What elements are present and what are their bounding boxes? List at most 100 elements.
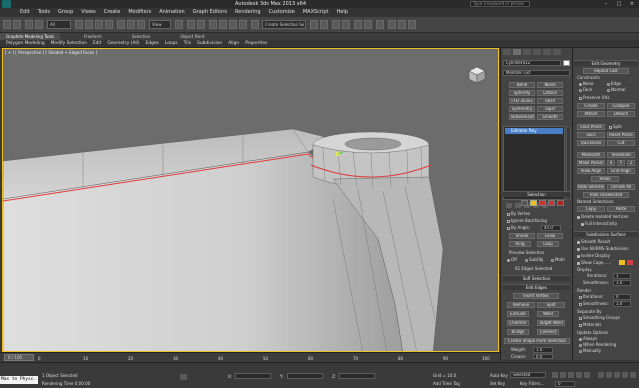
selection-filter-dropdown[interactable]: All [47,20,71,29]
border-mode-icon[interactable] [539,200,546,206]
perspective-viewport[interactable]: [ + ] [ Perspective ] [ Shaded + Edged F… [2,48,499,352]
render-setup-icon[interactable] [388,20,396,29]
full-interactivity-checkbox[interactable]: Full Interactivity [581,221,617,226]
pivot-icon[interactable] [175,20,183,29]
target-weld-button[interactable]: Target Weld [537,320,565,326]
pin-stack-icon[interactable] [506,203,512,208]
motion-tab-icon[interactable] [533,49,541,55]
update-when-rendering-radio[interactable]: When Rendering [579,342,616,347]
x-coord-field[interactable] [235,373,271,379]
move-icon[interactable] [117,20,125,29]
named-selection-dropdown[interactable]: Create Selection Se [262,20,306,29]
modifier-list-dropdown[interactable]: Modifier List [503,70,570,76]
current-frame-field[interactable]: 0 [555,381,575,387]
orbit-icon[interactable] [622,372,628,378]
chamfer-button[interactable]: Chamfer [507,320,529,326]
menu-create[interactable]: Create [100,8,125,17]
layer-manager-icon[interactable] [332,20,340,29]
grow-button[interactable]: Grow [537,233,563,239]
by-vertex-checkbox[interactable]: By Vertex [507,211,530,216]
unlink-icon[interactable] [35,20,43,29]
constraint-none-radio[interactable]: None [579,81,593,86]
detach-button[interactable]: Detach [607,111,635,117]
zoom-icon[interactable] [598,372,604,378]
preview-subobj-radio[interactable]: SubObj [525,257,543,262]
play-icon[interactable] [568,372,574,378]
create-tab-icon[interactable] [503,49,511,55]
modify-tab-icon[interactable] [513,49,521,55]
next-frame-icon[interactable] [576,372,582,378]
object-name-field[interactable]: Cylinder012 [503,60,561,66]
display-iterations-spinner[interactable]: 1 [613,273,631,279]
turbosmooth-button[interactable]: TurboSmooth [509,114,535,120]
split-checkbox[interactable]: Split [609,124,622,129]
stack-scrollbar[interactable] [566,126,571,200]
curve-editor-icon[interactable] [354,20,362,29]
attach-button[interactable]: Attach [577,111,605,117]
search-input[interactable]: Type a keyword or phrase [470,1,530,7]
make-planar-button[interactable]: Make Planar [577,160,605,166]
soft-selection-rollout-header[interactable]: Soft Selection [503,275,570,281]
create-button[interactable]: Create [577,103,605,109]
slice-button[interactable]: Slice [577,132,605,138]
percent-snap-icon[interactable] [229,20,237,29]
planar-y-button[interactable]: Y [617,160,625,166]
relax-button[interactable]: Relax [591,176,619,182]
paste-button[interactable]: Paste [607,206,635,212]
taper-button[interactable]: Taper [537,106,563,112]
noise-button[interactable]: Noise [537,82,563,88]
render-iterations-checkbox[interactable]: Iterations: [579,294,603,299]
symmetry-button[interactable]: Symmetry [509,106,535,112]
zoom-all-icon[interactable] [606,372,612,378]
cage-color-swatch-2[interactable] [627,260,633,265]
ribbon-align[interactable]: Align [225,40,242,48]
render-iterations-spinner[interactable]: 0 [613,294,631,300]
vertex-mode-icon[interactable] [521,200,528,206]
loop-button[interactable]: Loop [537,241,559,247]
add-time-tag-button[interactable]: Add Time Tag [433,381,460,386]
object-color-swatch[interactable] [563,60,570,66]
smooth-button[interactable]: Smooth [537,114,563,120]
subdivision-surface-rollout-header[interactable]: Subdivision Surface [574,231,638,237]
use-nurms-checkbox[interactable]: Use NURMS Subdivision [577,246,629,251]
preview-off-radio[interactable]: Off [507,257,517,262]
copy-button[interactable]: Copy [577,206,605,212]
preview-multi-radio[interactable]: Multi [551,257,565,262]
spinner-snap-icon[interactable] [239,20,247,29]
angle-snap-icon[interactable] [219,20,227,29]
edit-edges-rollout-header[interactable]: Edit Edges [503,284,570,290]
goto-end-icon[interactable] [584,372,590,378]
crease-spinner[interactable]: 0.0 [533,354,553,359]
selected-dropdown[interactable]: Selected [510,372,546,378]
planar-x-button[interactable]: X [607,160,615,166]
y-coord-field[interactable] [287,373,323,379]
hide-selected-button[interactable]: Hide Selected [577,184,605,190]
graphite-toggle-icon[interactable] [342,20,350,29]
extrude-button[interactable]: Extrude [507,311,529,317]
shell-button[interactable]: Shell [537,98,563,104]
collapse-button[interactable]: Collapse [607,103,635,109]
select-object-icon[interactable] [75,20,83,29]
bend-button[interactable]: Bend [509,82,535,88]
render-production-icon[interactable] [408,20,416,29]
slice-plane-button[interactable]: Slice Plane [577,124,605,130]
render-smoothness-spinner[interactable]: 1.0 [613,301,631,307]
rect-selection-icon[interactable] [95,20,103,29]
smoothing-groups-checkbox[interactable]: Smoothing Groups [579,315,620,320]
grid-align-button[interactable]: Grid Align [607,168,635,174]
ribbon-properties[interactable]: Properties [242,40,270,48]
smooth-result-checkbox[interactable]: Smooth Result [577,239,610,244]
align-icon[interactable] [320,20,328,29]
ribbon-geometry-all[interactable]: Geometry (All) [104,40,142,48]
bridge-button[interactable]: Bridge [507,329,529,335]
repeat-last-button[interactable]: Repeat Last [583,68,629,74]
materials-checkbox[interactable]: Materials [579,322,601,327]
select-manipulate-icon[interactable] [187,20,195,29]
delete-isolated-checkbox[interactable]: Delete Isolated Vertices [577,214,628,219]
update-manually-radio[interactable]: Manually [579,348,601,353]
shrink-button[interactable]: Shrink [509,233,535,239]
reset-plane-button[interactable]: Reset Plane [607,132,635,138]
mirror-icon[interactable] [310,20,318,29]
preserve-uvs-checkbox[interactable]: Preserve UVs [579,95,609,100]
pan-icon[interactable] [614,372,620,378]
